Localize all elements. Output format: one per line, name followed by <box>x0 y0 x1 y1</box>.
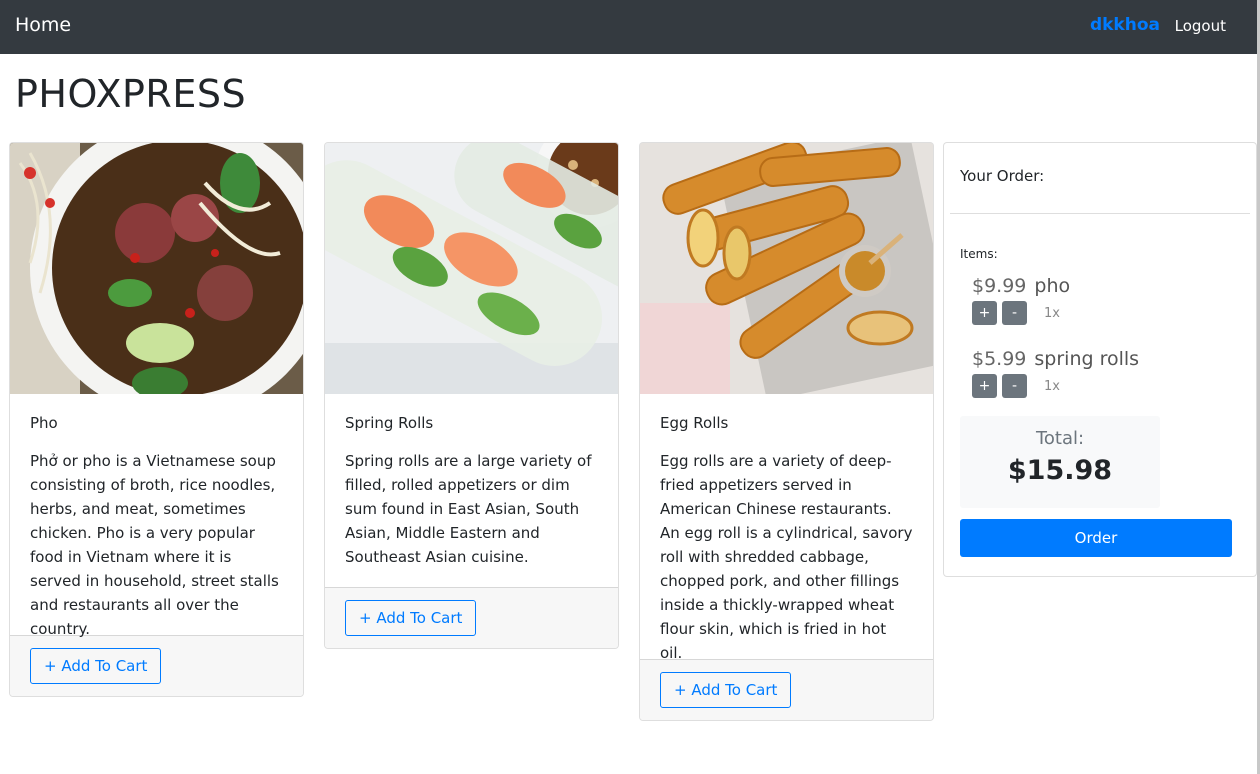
order-divider <box>950 213 1250 214</box>
home-link[interactable]: Home <box>15 14 71 36</box>
product-title: Pho <box>30 414 58 432</box>
product-description: Egg rolls are a variety of deep-fried ap… <box>660 451 913 662</box>
item-name: spring rolls <box>1034 348 1140 370</box>
total-label: Total: <box>1035 428 1085 449</box>
order-panel: Your Order: Items: $9.99 pho + - 1x $5.99… <box>943 142 1257 577</box>
page-title: PHOXPRESS <box>15 72 247 116</box>
total-box: Total: $15.98 <box>960 416 1160 508</box>
item-quantity: 1x <box>1044 378 1060 394</box>
order-item-spring-rolls: $5.99 spring rolls + - 1x <box>972 348 1139 398</box>
product-title: Egg Rolls <box>660 414 729 432</box>
product-card-pho: Pho Phở or pho is a Vietnamese soup cons… <box>9 142 304 697</box>
decrease-qty-button[interactable]: - <box>1002 301 1027 325</box>
order-header: Your Order: <box>960 167 1045 185</box>
add-to-cart-button-egg-rolls[interactable]: + Add To Cart <box>660 671 792 708</box>
pho-image <box>10 143 303 394</box>
navbar: Home dkkhoa Logout <box>0 0 1260 54</box>
product-description: Phở or pho is a Vietnamese soup consisti… <box>30 451 279 638</box>
egg-rolls-image <box>640 143 933 394</box>
item-name: pho <box>1034 275 1071 297</box>
decrease-qty-button[interactable]: - <box>1002 374 1027 398</box>
order-button[interactable]: Order <box>960 519 1232 557</box>
items-label: Items: <box>960 247 998 261</box>
product-title: Spring Rolls <box>345 414 434 432</box>
increase-qty-button[interactable]: + <box>972 301 997 325</box>
item-price: $9.99 <box>972 275 1027 297</box>
order-item-pho: $9.99 pho + - 1x <box>972 275 1070 325</box>
item-quantity: 1x <box>1044 305 1060 321</box>
product-card-spring-rolls: Spring Rolls Spring rolls are a large va… <box>324 142 619 649</box>
item-price: $5.99 <box>972 348 1027 370</box>
logout-link[interactable]: Logout <box>1175 17 1226 35</box>
add-to-cart-button-pho[interactable]: + Add To Cart <box>30 647 162 684</box>
spring-rolls-image <box>325 143 618 394</box>
username-link[interactable]: dkkhoa <box>1090 15 1160 35</box>
product-description: Spring rolls are a large variety of fill… <box>345 451 592 566</box>
add-to-cart-button-spring-rolls[interactable]: + Add To Cart <box>345 599 477 636</box>
total-value: $15.98 <box>1007 455 1113 486</box>
increase-qty-button[interactable]: + <box>972 374 997 398</box>
product-card-egg-rolls: Egg Rolls Egg rolls are a variety of dee… <box>639 142 934 721</box>
